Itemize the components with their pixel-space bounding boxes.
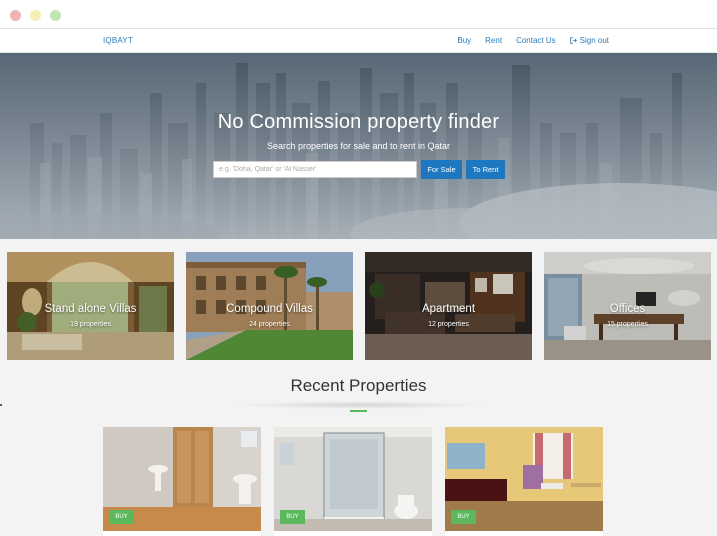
nav-contact-link[interactable]: Contact Us	[516, 36, 556, 45]
minimize-window-button[interactable]	[30, 10, 41, 21]
recent-properties-heading: Recent Properties	[290, 376, 427, 395]
hero-subtitle: Search properties for sale and to rent i…	[266, 141, 451, 151]
category-card-standalone-villas[interactable]: Stand alone Villas 19 properties	[7, 252, 174, 360]
sign-out-icon	[569, 37, 577, 44]
category-title: Stand alone Villas	[44, 303, 137, 315]
category-count: 12 properties	[428, 321, 469, 328]
buy-badge[interactable]: BUY	[109, 510, 134, 524]
property-categories: Stand alone Villas 19 properties Compoun…	[0, 252, 717, 360]
category-card-compound-villas[interactable]: Compound Villas 24 properties	[186, 252, 353, 360]
property-card[interactable]: BUY	[445, 427, 603, 536]
hero-banner: No Commission property finder Search pro…	[0, 53, 717, 239]
category-count: 15 properties	[607, 321, 648, 328]
hero-title: No Commission property finder	[217, 111, 500, 133]
heading-underline	[350, 410, 367, 412]
category-title: Compound Villas	[226, 303, 313, 315]
close-window-button[interactable]	[10, 10, 21, 21]
brand-logo[interactable]: IQBAYT	[103, 36, 133, 45]
nav-links: Buy Rent Contact Us Sign out	[457, 36, 609, 45]
buy-badge[interactable]: BUY	[280, 510, 305, 524]
nav-signout-link[interactable]: Sign out	[569, 36, 609, 45]
property-card[interactable]: BUY	[103, 427, 261, 536]
maximize-window-button[interactable]	[50, 10, 61, 21]
category-title: Offices	[609, 303, 646, 315]
category-card-apartment[interactable]: Apartment 12 properties	[365, 252, 532, 360]
category-card-offices[interactable]: Offices 15 properties	[544, 252, 711, 360]
window-titlebar	[0, 0, 717, 29]
property-card[interactable]: BUY	[274, 427, 432, 536]
nav-buy-link[interactable]: Buy	[457, 36, 471, 45]
recent-properties-list: BUY BUY BUY	[103, 427, 603, 536]
decorative-marker	[0, 404, 2, 406]
nav-rent-link[interactable]: Rent	[485, 36, 502, 45]
for-sale-button[interactable]: For Sale	[421, 160, 462, 179]
top-navbar: IQBAYT Buy Rent Contact Us Sign out	[0, 29, 717, 53]
to-rent-button[interactable]: To Rent	[466, 160, 505, 179]
category-title: Apartment	[421, 303, 476, 315]
category-count: 19 properties	[70, 321, 111, 328]
location-search-input[interactable]	[213, 161, 417, 178]
category-count: 24 properties	[249, 321, 290, 328]
buy-badge[interactable]: BUY	[451, 510, 476, 524]
signout-label: Sign out	[579, 36, 609, 45]
heading-shadow	[232, 401, 486, 409]
